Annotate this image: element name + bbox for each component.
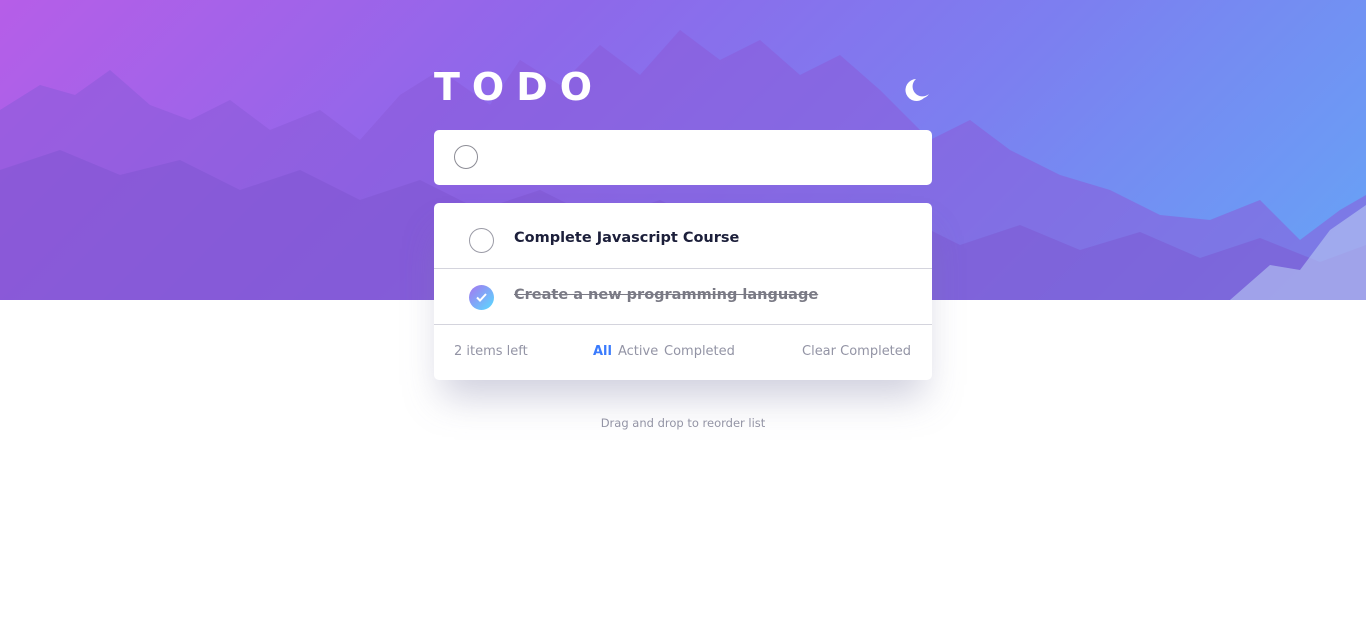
todo-label: Complete Javascript Course [514, 230, 740, 246]
filter-all[interactable]: All [593, 344, 612, 359]
list-footer: 2 items left All Active Completed Clear … [434, 325, 932, 380]
todo-item[interactable]: Complete Javascript Course [434, 203, 932, 269]
check-icon [476, 293, 487, 302]
filter-completed[interactable]: Completed [664, 344, 735, 359]
moon-icon[interactable] [904, 76, 932, 104]
clear-completed-button[interactable]: Clear Completed [802, 344, 911, 359]
filter-active[interactable]: Active [618, 344, 658, 359]
todo-checkbox[interactable] [469, 228, 494, 253]
todo-item-completed[interactable]: Create a new programming language [434, 269, 932, 325]
todo-label: Create a new programming language [514, 287, 819, 303]
header: TODO [434, 62, 932, 116]
new-todo-circle-icon [454, 145, 478, 169]
todo-checkbox-checked[interactable] [469, 285, 494, 310]
items-left-count: 2 items left [454, 344, 528, 359]
todo-list: Complete Javascript Course Create a new … [434, 203, 932, 380]
new-todo-input[interactable] [498, 142, 912, 174]
app-title: TODO [434, 65, 605, 109]
drag-hint: Drag and drop to reorder list [600, 416, 766, 430]
new-todo-bar [434, 130, 932, 185]
